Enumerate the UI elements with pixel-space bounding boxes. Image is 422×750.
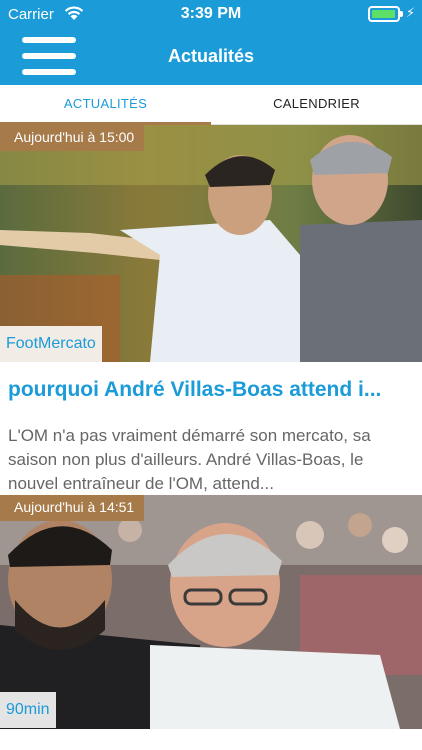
article-photo [0,495,422,729]
article-source: FootMercato [0,326,102,362]
tab-actualites[interactable]: ACTUALITÉS [0,85,211,125]
battery-icon [368,6,400,22]
article-card[interactable]: Aujourd'hui à 15:00 FootMercato pourquoi… [0,125,422,495]
tab-calendrier[interactable]: CALENDRIER [211,85,422,124]
article-card[interactable]: Aujourd'hui à 14:51 90min [0,495,422,750]
article-source: 90min [0,692,56,728]
article-timestamp: Aujourd'hui à 15:00 [0,125,145,151]
status-bar: Carrier 3:39 PM ⚡ [0,0,422,30]
menu-bar [22,69,76,75]
article-headline[interactable]: pourquoi André Villas-Boas attend i... [8,378,414,402]
battery-tip [400,11,403,17]
battery-level [372,10,395,18]
clock: 3:39 PM [180,5,242,22]
article-summary: L'OM n'a pas vraiment démarré son mercat… [8,426,371,493]
top-bar: Carrier 3:39 PM ⚡ Actualités [0,0,422,85]
charging-bolt-icon: ⚡ [406,5,416,20]
page-title: Actualités [167,46,255,66]
menu-bar [22,37,76,43]
article-timestamp: Aujourd'hui à 14:51 [0,495,145,521]
tab-bar: ACTUALITÉS CALENDRIER [0,85,422,125]
